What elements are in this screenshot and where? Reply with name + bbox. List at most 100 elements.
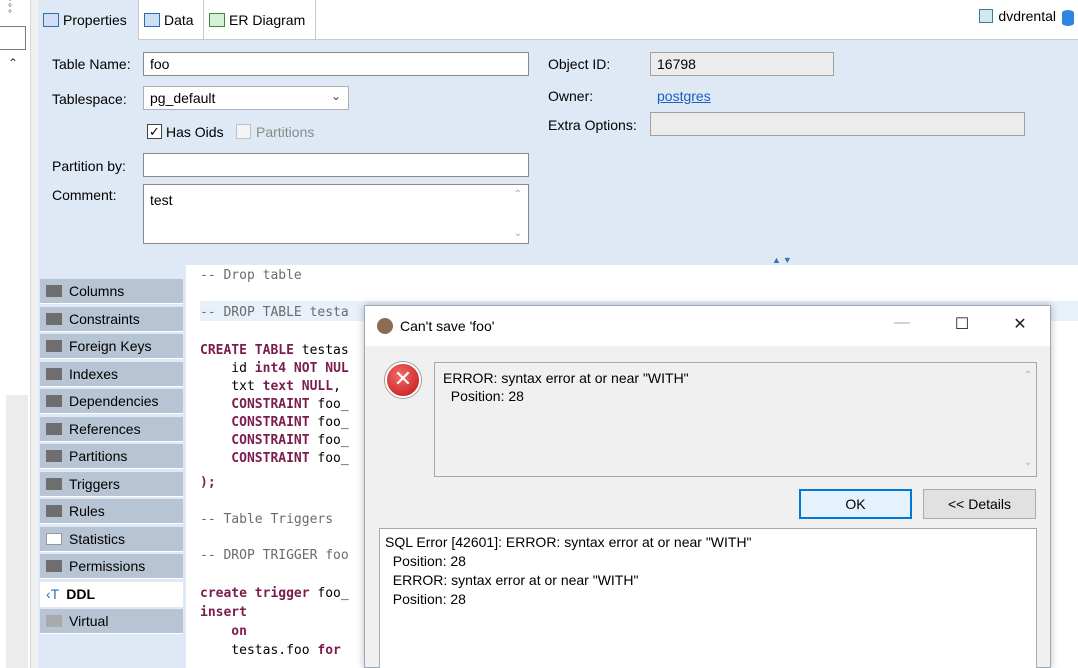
- dialog-titlebar[interactable]: Can't save 'foo' — ☐ ✕: [365, 306, 1050, 346]
- error-details-text[interactable]: SQL Error [42601]: ERROR: syntax error a…: [379, 528, 1037, 668]
- code-line: CONSTRAINT foo_: [200, 432, 348, 450]
- permissions-icon: [46, 560, 62, 572]
- columns-icon: [46, 285, 62, 297]
- rules-icon: [46, 505, 62, 517]
- side-tab-label: Partitions: [69, 448, 128, 464]
- code-text: ,: [333, 379, 341, 394]
- code-line: CONSTRAINT foo_: [200, 450, 348, 468]
- minimize-button[interactable]: —: [887, 314, 917, 332]
- code-keyword: create trigger: [200, 586, 310, 601]
- side-tab-statistics[interactable]: Statistics: [40, 527, 183, 552]
- scroll-up-icon[interactable]: ⌃: [8, 56, 18, 70]
- side-tab-permissions[interactable]: Permissions: [40, 554, 183, 579]
- tablespace-select[interactable]: pg_default ⌄: [143, 86, 349, 110]
- partitions-icon: [46, 450, 62, 462]
- connection-icon: [979, 9, 994, 23]
- side-tab-dependencies[interactable]: Dependencies: [40, 389, 183, 414]
- connection-indicator[interactable]: dvdrental: [979, 8, 1074, 26]
- code-line: txt text NULL,: [200, 378, 341, 396]
- table-name-input[interactable]: foo: [143, 52, 529, 76]
- scroll-down-icon[interactable]: ⌄: [514, 228, 522, 239]
- side-tab-partitions[interactable]: Partitions: [40, 444, 183, 469]
- dependencies-icon: [46, 395, 62, 407]
- object-id-label: Object ID:: [548, 56, 611, 72]
- database-icon: [1062, 10, 1074, 26]
- owner-link[interactable]: postgres: [657, 88, 711, 104]
- code-keyword: CONSTRAINT: [200, 433, 310, 448]
- side-tab-constraints[interactable]: Constraints: [40, 307, 183, 332]
- maximize-button[interactable]: ☐: [947, 314, 977, 334]
- partitions-label: Partitions: [256, 124, 315, 140]
- tab-label: Data: [164, 12, 194, 28]
- tab-properties[interactable]: Properties: [38, 0, 139, 40]
- has-oids-checkbox[interactable]: ✓: [147, 124, 162, 139]
- side-tab-label: Foreign Keys: [69, 338, 152, 354]
- code-line: -- DROP TABLE testa: [200, 305, 349, 320]
- tab-er-diagram[interactable]: ER Diagram: [204, 0, 316, 40]
- code-keyword: CREATE TABLE: [200, 343, 294, 358]
- code-keyword: int4 NOT NUL: [254, 361, 349, 376]
- code-line: CREATE TABLE testas: [200, 342, 349, 360]
- left-panel-input[interactable]: [0, 26, 26, 50]
- side-tab-label: References: [69, 421, 141, 437]
- tablespace-value: pg_default: [150, 90, 216, 106]
- vertical-separator[interactable]: [30, 0, 38, 668]
- code-line: CONSTRAINT foo_: [200, 396, 348, 414]
- scroll-up-icon[interactable]: ⌃: [1024, 367, 1032, 385]
- extra-options-label: Extra Options:: [548, 117, 637, 133]
- code-line: -- Drop table: [200, 268, 302, 283]
- side-tab-label: Triggers: [69, 476, 120, 492]
- er-diagram-icon: [209, 13, 225, 27]
- side-tab-columns[interactable]: Columns: [40, 279, 183, 304]
- code-line: testas.foo for: [200, 642, 341, 660]
- side-tab-virtual[interactable]: Virtual: [40, 609, 183, 634]
- code-line: insert: [200, 605, 247, 620]
- left-panel-gutter: [6, 395, 28, 668]
- editor-tab-bar: Properties Data ER Diagram dvdrental: [38, 0, 1078, 40]
- tablespace-label: Tablespace:: [52, 91, 127, 107]
- side-tab-label: Columns: [69, 283, 125, 299]
- error-icon: ✕: [385, 362, 421, 398]
- ok-button[interactable]: OK: [799, 489, 912, 519]
- data-grid-icon: [144, 13, 160, 27]
- code-line: create trigger foo_: [200, 585, 349, 603]
- scroll-down-icon[interactable]: ⌄: [1024, 454, 1032, 472]
- side-tab-label: Rules: [69, 503, 105, 519]
- error-message-line: ERROR: syntax error at or near "WITH": [443, 370, 689, 386]
- details-button[interactable]: << Details: [923, 489, 1036, 519]
- code-keyword: text NULL: [262, 379, 334, 394]
- object-id-field: 16798: [650, 52, 834, 76]
- dialog-title: Can't save 'foo': [400, 318, 495, 334]
- side-tab-foreign-keys[interactable]: Foreign Keys: [40, 334, 183, 359]
- partition-by-input[interactable]: [143, 153, 529, 177]
- references-icon: [46, 423, 62, 435]
- side-tab-rules[interactable]: Rules: [40, 499, 183, 524]
- side-tab-triggers[interactable]: Triggers: [40, 472, 183, 497]
- comment-textarea[interactable]: test ⌃ ⌄: [143, 184, 529, 244]
- tab-data[interactable]: Data: [139, 0, 204, 40]
- constraints-icon: [46, 313, 62, 325]
- chevron-down-icon: ⌄: [330, 89, 341, 103]
- code-text: id: [200, 361, 255, 376]
- drag-handle-icon[interactable]: ° ° °: [8, 0, 12, 20]
- side-tab-label: Permissions: [69, 558, 146, 574]
- side-tab-references[interactable]: References: [40, 417, 183, 442]
- virtual-icon: [46, 615, 62, 627]
- code-line: CONSTRAINT foo_: [200, 414, 348, 432]
- table-properties-panel: Table Name: foo Tablespace: pg_default ⌄…: [38, 40, 1078, 265]
- triggers-icon: [46, 478, 62, 490]
- left-panel-strip: ° ° ° ⌃: [0, 0, 30, 668]
- close-button[interactable]: ✕: [1005, 314, 1035, 334]
- side-tab-ddl[interactable]: ‹T DDL: [40, 582, 183, 607]
- side-tab-indexes[interactable]: Indexes: [40, 362, 183, 387]
- error-dialog: Can't save 'foo' — ☐ ✕ ✕ ERROR: syntax e…: [364, 305, 1051, 668]
- scroll-up-icon[interactable]: ⌃: [514, 189, 522, 200]
- side-tab-label: Dependencies: [69, 393, 159, 409]
- code-text: foo_: [309, 586, 349, 601]
- code-line: on: [200, 624, 247, 639]
- collapse-panel-icon[interactable]: ▲▼: [772, 255, 794, 265]
- code-line: id int4 NOT NUL: [200, 360, 349, 378]
- foreign-keys-icon: [46, 340, 62, 352]
- side-tab-label: DDL: [66, 586, 95, 602]
- code-text: testas: [293, 343, 349, 358]
